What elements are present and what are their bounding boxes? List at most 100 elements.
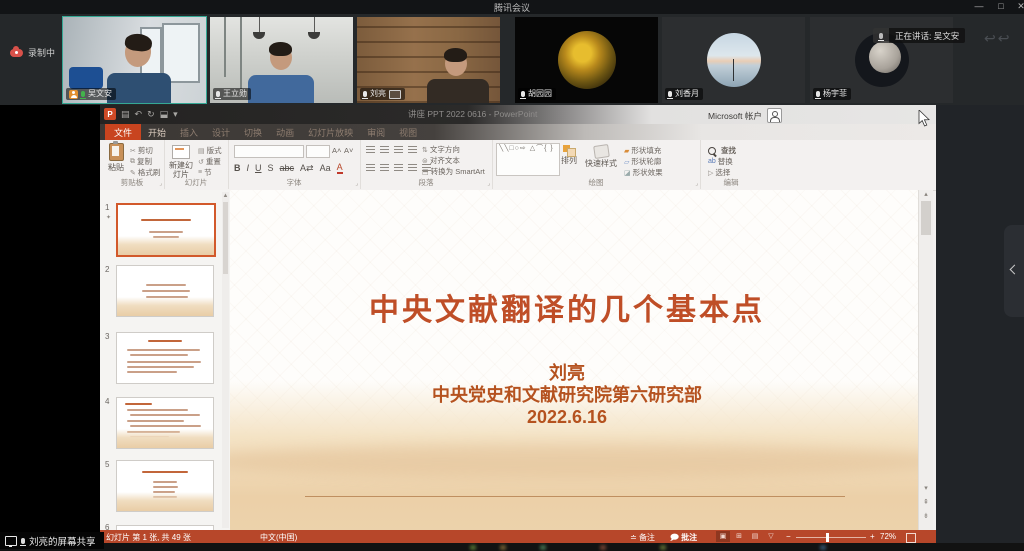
font-name-input[interactable] — [234, 145, 304, 158]
list-indent-buttons[interactable] — [366, 146, 417, 153]
underline-button[interactable]: U — [255, 163, 262, 173]
italic-button[interactable]: I — [247, 163, 250, 173]
tab-home[interactable]: 开始 — [141, 124, 173, 140]
slide-sorter-view-button[interactable]: ⊞ — [732, 531, 746, 542]
replace-button[interactable]: ab替换 — [708, 156, 733, 167]
tab-review[interactable]: 审阅 — [360, 124, 392, 140]
fit-to-window-button[interactable] — [906, 533, 916, 543]
meeting-window: 腾讯会议 — □ ✕ 录制中 吴文安 — [0, 0, 1024, 551]
minimize-button[interactable]: — — [972, 1, 986, 11]
video-tile[interactable]: 刘香月 — [662, 17, 805, 103]
zoom-out-button[interactable]: − — [786, 532, 791, 541]
layout-button[interactable]: ▤版式 — [198, 145, 222, 156]
notes-button[interactable]: ≐ 备注 — [630, 532, 655, 543]
zoom-level[interactable]: 72% — [880, 532, 896, 541]
redo-icon[interactable]: ↻ — [147, 108, 155, 120]
zoom-slider-thumb[interactable] — [826, 533, 829, 542]
panel-scrollbar[interactable]: ▲ — [222, 192, 229, 528]
comments-button[interactable]: 🗩 批注 — [670, 532, 697, 543]
zoom-in-button[interactable]: + — [870, 532, 875, 541]
animation-star-icon: ✦ — [106, 214, 111, 221]
account-area[interactable]: Microsoft 帐户 — [708, 108, 782, 123]
smartart-button[interactable]: ⬒转换为 SmartArt — [422, 166, 485, 177]
find-button[interactable]: 查找 — [708, 145, 736, 156]
reset-button[interactable]: ↺重置 — [198, 156, 221, 167]
tab-transitions[interactable]: 切换 — [237, 124, 269, 140]
customize-qat-icon[interactable]: ▾ — [173, 108, 178, 120]
slide-thumbnail-2[interactable] — [116, 265, 214, 317]
slide-thumbnail-4[interactable] — [116, 397, 214, 449]
maximize-button[interactable]: □ — [994, 1, 1008, 11]
tab-insert[interactable]: 插入 — [173, 124, 205, 140]
slide-thumbnail-5[interactable] — [116, 460, 214, 512]
cloud-record-icon — [10, 49, 23, 57]
save-icon[interactable]: ▤ — [121, 108, 130, 120]
start-from-beginning-icon[interactable]: ⬓ — [160, 108, 169, 120]
next-slide-icon[interactable]: ⇟ — [919, 512, 933, 522]
tab-animations[interactable]: 动画 — [269, 124, 301, 140]
scroll-up-icon[interactable]: ▲ — [222, 192, 229, 200]
dialog-launcher-icon[interactable]: ⌟ — [487, 180, 490, 187]
shapes-gallery[interactable]: ╲╲□○⇨ △⌒{ } — [496, 143, 560, 176]
quick-styles-button[interactable]: 快速样式 — [582, 143, 620, 168]
group-slides: 新建幻灯片 ▤版式 ↺重置 ≡节 幻灯片 — [164, 140, 229, 189]
shadow-button[interactable]: S — [268, 163, 274, 173]
ppt-statusbar: 幻灯片 第 1 张, 共 49 张 中文(中国) ≐ 备注 🗩 批注 ▣ ⊞ ▤… — [100, 530, 936, 543]
slide-title[interactable]: 中央文献翻译的几个基本点 — [230, 285, 904, 329]
slide-subtitle[interactable]: 刘亮 中央党史和文献研究院第六研究部 2022.6.16 — [230, 362, 904, 428]
slide-scrollbar[interactable]: ▴ ▾ ⇞ ⇟ — [918, 190, 933, 530]
new-slide-button[interactable]: 新建幻灯片 — [166, 143, 196, 179]
text-direction-button[interactable]: ⇅文字方向 — [422, 144, 460, 155]
tab-file[interactable]: 文件 — [105, 124, 141, 140]
language-status[interactable]: 中文(中国) — [260, 532, 297, 543]
shrink-font-button[interactable]: A˅ — [344, 146, 353, 155]
arrange-button[interactable]: 排列 — [558, 143, 580, 165]
shape-outline-button[interactable]: ▱形状轮廓 — [624, 156, 661, 167]
cut-button[interactable]: ✂剪切 — [130, 145, 153, 156]
participant-body — [248, 75, 314, 103]
paste-button[interactable]: 粘贴 — [104, 143, 128, 172]
video-tile[interactable]: 刘亮 — [357, 17, 500, 103]
slide-number: 5 — [105, 460, 109, 469]
font-size-input[interactable] — [306, 145, 330, 158]
font-color-button[interactable]: A — [337, 162, 343, 174]
align-text-button[interactable]: ⊜对齐文本 — [422, 155, 460, 166]
zoom-slider[interactable] — [796, 537, 866, 538]
tab-slideshow[interactable]: 幻灯片放映 — [301, 124, 360, 140]
slide-thumbnail-1[interactable] — [116, 203, 216, 257]
slide-canvas[interactable]: 中央文献翻译的几个基本点 刘亮 中央党史和文献研究院第六研究部 2022.6.1… — [230, 190, 918, 530]
video-tile[interactable]: 吴文安 — [63, 17, 206, 103]
scroll-up-icon[interactable]: ▴ — [919, 190, 933, 200]
previous-slide-icon[interactable]: ⇞ — [919, 498, 933, 508]
video-tile[interactable]: 王立勋 — [210, 17, 353, 103]
reading-view-button[interactable]: ▤ — [748, 531, 762, 542]
ppt-titlebar: P ▤ ↶ ↻ ⬓ ▾ 讲座 PPT 2022 0616 - PowerPoin… — [100, 105, 936, 124]
powerpoint-logo-icon[interactable]: P — [104, 108, 116, 120]
screen-share-banner[interactable]: 刘亮的屏幕共享 — [0, 532, 104, 549]
screen-share-badge-icon — [389, 90, 401, 99]
dialog-launcher-icon[interactable]: ⌟ — [695, 180, 698, 187]
strikethrough-button[interactable]: abc — [280, 163, 295, 173]
bold-button[interactable]: B — [234, 163, 241, 173]
close-button[interactable]: ✕ — [1014, 1, 1024, 12]
tab-view[interactable]: 视图 — [392, 124, 424, 140]
dialog-launcher-icon[interactable]: ⌟ — [159, 180, 162, 187]
normal-view-button[interactable]: ▣ — [716, 531, 730, 542]
grow-font-button[interactable]: A˄ — [332, 146, 341, 155]
video-tile[interactable]: 胡园园 — [515, 17, 658, 103]
panel-collapse-tab[interactable] — [1004, 225, 1024, 317]
tab-design[interactable]: 设计 — [205, 124, 237, 140]
shape-fill-button[interactable]: ▰形状填充 — [624, 145, 661, 156]
participant-label: 王立勋 — [213, 88, 251, 100]
dialog-launcher-icon[interactable]: ⌟ — [355, 180, 358, 187]
slideshow-view-button[interactable]: ▽ — [764, 531, 778, 542]
char-spacing-button[interactable]: A⇄ — [300, 163, 314, 174]
scroll-down-icon[interactable]: ▾ — [919, 484, 933, 494]
scroll-thumb[interactable] — [921, 201, 931, 235]
panel-scroll-thumb[interactable] — [223, 202, 228, 274]
slide-thumbnail-3[interactable] — [116, 332, 214, 384]
undo-icon[interactable]: ↶ — [135, 108, 143, 120]
reaction-arrows-icon: ↩↩ — [984, 30, 1011, 47]
copy-button[interactable]: ⧉复制 — [130, 156, 152, 167]
change-case-button[interactable]: Aa — [320, 163, 331, 173]
